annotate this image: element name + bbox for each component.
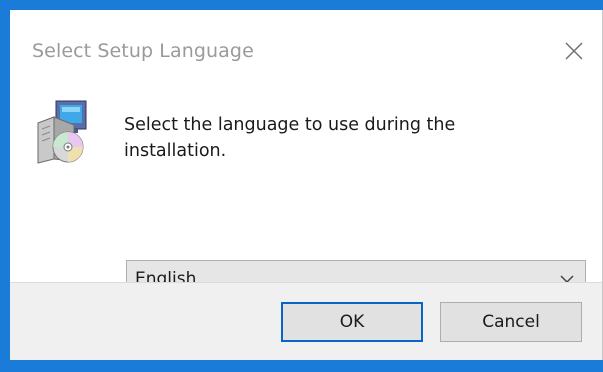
- title-bar[interactable]: Select Setup Language: [10, 10, 602, 72]
- setup-disc-icon: [34, 99, 90, 165]
- instruction-text: Select the language to use during the in…: [124, 115, 456, 161]
- desktop-background: Select Setup Language Select the languag…: [0, 0, 603, 372]
- dialog-body: Select the language to use during the in…: [10, 72, 602, 298]
- window-title: Select Setup Language: [32, 40, 254, 62]
- setup-language-dialog: Select Setup Language Select the languag…: [10, 10, 603, 360]
- ok-button[interactable]: OK: [281, 302, 423, 342]
- cancel-button[interactable]: Cancel: [440, 302, 582, 342]
- close-button[interactable]: [564, 41, 584, 61]
- close-icon: [565, 42, 583, 60]
- button-bar: OK Cancel: [10, 282, 602, 360]
